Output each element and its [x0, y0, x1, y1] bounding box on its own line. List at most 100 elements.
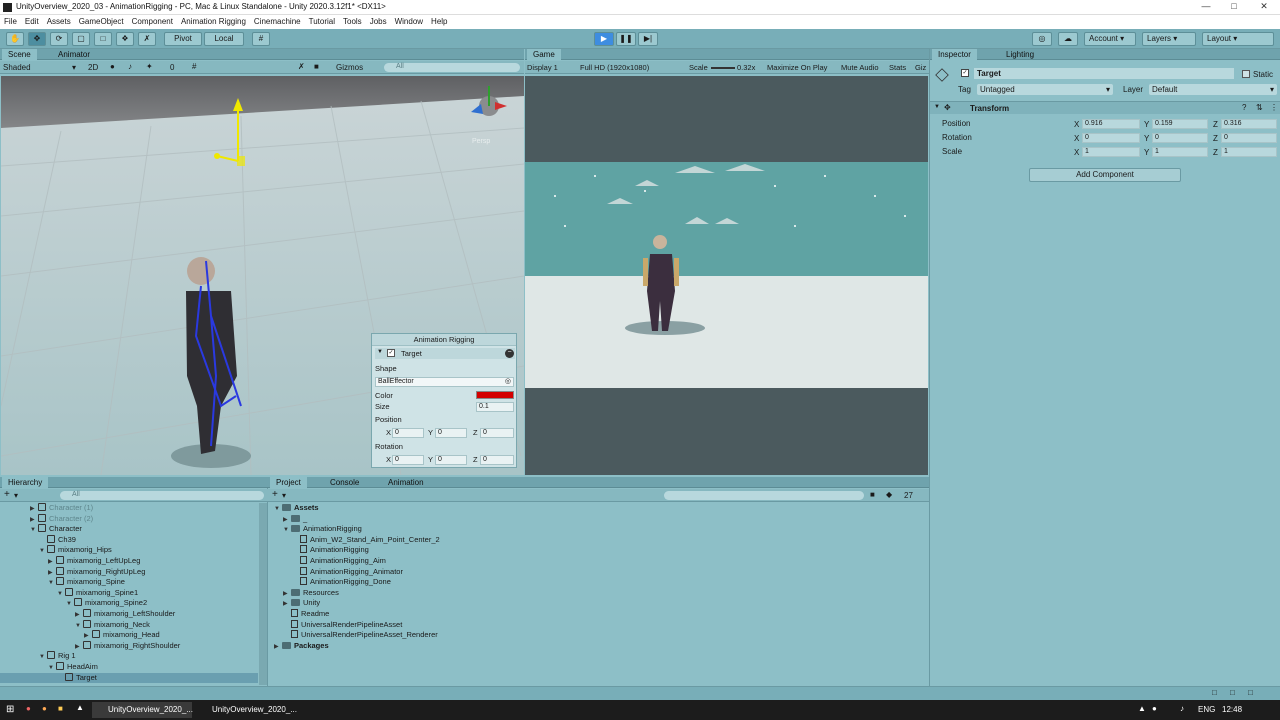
maximize-on-play-toggle[interactable]: Maximize On Play [767, 63, 827, 72]
foldout-arrow-icon[interactable]: ▼ [934, 104, 940, 110]
static-checkbox[interactable] [1242, 70, 1250, 78]
foldout-arrow-icon[interactable]: ▶ [75, 642, 83, 652]
explorer-icon[interactable]: ■ [58, 704, 63, 713]
foldout-arrow-icon[interactable]: ▼ [57, 589, 65, 599]
menu-window[interactable]: Window [391, 15, 427, 29]
foldout-arrow-icon[interactable]: ▼ [48, 663, 56, 673]
project-row[interactable]: AnimationRigging_Animator [268, 566, 929, 577]
grid-toggle-icon[interactable]: # [192, 62, 196, 71]
project-search-input[interactable] [664, 491, 864, 500]
project-row[interactable]: UniversalRenderPipelineAsset_Renderer [268, 630, 929, 640]
camera-icon[interactable]: ■ [314, 62, 319, 71]
tab-project[interactable]: Project [270, 477, 307, 488]
menu-jobs[interactable]: Jobs [366, 15, 391, 29]
menu-tools[interactable]: Tools [339, 15, 366, 29]
rotation-x-field[interactable]: 0 [1082, 133, 1140, 143]
menu-cinemachine[interactable]: Cinemachine [250, 15, 305, 29]
foldout-arrow-icon[interactable]: ▼ [39, 546, 47, 556]
shading-mode-dropdown[interactable]: Shaded [3, 63, 31, 72]
foldout-arrow-icon[interactable]: ▼ [283, 525, 291, 535]
pivot-toggle[interactable]: Pivot [164, 32, 202, 46]
display-dropdown[interactable]: Display 1 [527, 63, 558, 72]
custom-tool-icon[interactable]: ✗ [138, 32, 156, 46]
project-row[interactable]: ▶ Packages [268, 641, 929, 652]
rotate-tool-icon[interactable]: ⟳ [50, 32, 68, 46]
project-row[interactable]: ▼ Assets [268, 503, 929, 514]
preset-icon[interactable]: ⇅ [1256, 103, 1263, 112]
add-icon[interactable]: + [272, 489, 278, 500]
project-row[interactable]: ▶ Unity [268, 598, 929, 609]
foldout-arrow-icon[interactable]: ▼ [274, 504, 282, 514]
game-gizmos-toggle[interactable]: Giz [915, 63, 926, 72]
project-row[interactable]: UniversalRenderPipelineAsset [268, 619, 929, 630]
active-checkbox[interactable]: ✓ [961, 69, 969, 77]
stats-toggle[interactable]: Stats [889, 63, 906, 72]
overlay-pos-x-field[interactable]: 0 [392, 428, 424, 438]
unity-hub-icon[interactable]: ▲ [76, 703, 84, 712]
layout-dropdown[interactable]: Layout ▾ [1202, 32, 1274, 46]
cloud-icon[interactable]: ☁ [1058, 32, 1078, 46]
effects-toggle-icon[interactable]: ✦ [146, 62, 153, 71]
scale-z-field[interactable]: 1 [1221, 147, 1277, 157]
bake-icon[interactable]: □ [1212, 688, 1217, 697]
foldout-arrow-icon[interactable]: ▶ [283, 515, 291, 525]
2d-toggle[interactable]: 2D [88, 63, 98, 72]
tab-inspector[interactable]: Inspector [932, 49, 977, 60]
project-row[interactable]: AnimationRigging [268, 545, 929, 555]
browser-icon[interactable]: ● [26, 704, 31, 713]
project-row[interactable]: Readme [268, 609, 929, 619]
hierarchy-row[interactable]: ▶ Character (2) [0, 513, 258, 525]
hierarchy-row[interactable]: Ch39 [0, 534, 258, 545]
foldout-arrow-icon[interactable]: ▼ [377, 349, 383, 355]
audio-toggle-icon[interactable]: ♪ [128, 62, 132, 71]
scene-search-input[interactable]: All [384, 63, 520, 72]
rect-tool-icon[interactable]: □ [94, 32, 112, 46]
hidden-objects-count[interactable]: 0 [170, 63, 174, 72]
hierarchy-row[interactable]: ▶ mixamorig_RightUpLeg [0, 566, 258, 578]
local-toggle[interactable]: Local [204, 32, 244, 46]
tab-scene[interactable]: Scene [2, 49, 37, 60]
object-picker-icon[interactable]: ◎ [505, 378, 511, 386]
project-row[interactable]: ▼ AnimationRigging [268, 524, 929, 535]
tab-hierarchy[interactable]: Hierarchy [2, 477, 49, 488]
hand-tool-icon[interactable]: ✋ [6, 32, 24, 46]
project-row[interactable]: AnimationRigging_Done [268, 577, 929, 587]
persp-label[interactable]: Persp [472, 138, 490, 145]
tab-animation[interactable]: Animation [382, 477, 430, 488]
transform-header[interactable]: ▼ ✥ Transform ? ⇅ ⋮ [930, 101, 1280, 114]
foldout-arrow-icon[interactable]: ▶ [48, 557, 56, 567]
overlay-pos-z-field[interactable]: 0 [480, 428, 514, 438]
scale-x-field[interactable]: 1 [1082, 147, 1140, 157]
foldout-arrow-icon[interactable]: ▶ [48, 568, 56, 578]
target-enabled-checkbox[interactable]: ✓ [387, 349, 395, 357]
hierarchy-row[interactable]: ▶ mixamorig_LeftShoulder [0, 609, 258, 620]
hierarchy-row[interactable]: ▶ Character (1) [0, 503, 258, 514]
collab-icon[interactable]: ◎ [1032, 32, 1052, 46]
scale-y-field[interactable]: 1 [1152, 147, 1208, 157]
filter-label-icon[interactable]: ◆ [886, 490, 892, 499]
hidden-packages-count[interactable]: 27 [904, 491, 913, 500]
tab-animator[interactable]: Animator [52, 49, 96, 60]
scale-slider[interactable] [711, 67, 735, 69]
position-y-field[interactable]: 0.159 [1152, 119, 1208, 129]
hierarchy-row[interactable]: ▼ Character [0, 524, 258, 535]
tools-icon[interactable]: ✗ [298, 62, 305, 71]
hierarchy-row[interactable]: ▼ Rig 1 [0, 651, 258, 662]
debug-icon[interactable]: □ [1248, 688, 1253, 697]
position-z-field[interactable]: 0.316 [1221, 119, 1277, 129]
project-row[interactable]: ▶ Resources [268, 588, 929, 599]
foldout-arrow-icon[interactable]: ▶ [75, 610, 83, 620]
tag-dropdown[interactable]: Untagged ▾ [977, 84, 1113, 95]
hierarchy-row[interactable]: ▼ mixamorig_Spine1 [0, 587, 258, 599]
foldout-arrow-icon[interactable]: ▼ [75, 621, 83, 631]
hierarchy-row[interactable]: ▶ mixamorig_RightShoulder [0, 640, 258, 652]
project-row[interactable]: AnimationRigging_Aim [268, 556, 929, 566]
close-button[interactable]: ✕ [1250, 1, 1278, 13]
lighting-toggle-icon[interactable]: ● [110, 62, 115, 71]
firefox-icon[interactable]: ● [42, 704, 47, 713]
project-row[interactable]: Anim_W2_Stand_Aim_Point_Center_2 [268, 534, 929, 545]
foldout-arrow-icon[interactable]: ▶ [84, 631, 92, 641]
menu-edit[interactable]: Edit [21, 15, 43, 29]
task-visual-studio[interactable]: UnityOverview_2020_... [196, 702, 297, 718]
maximize-button[interactable]: □ [1220, 1, 1248, 13]
